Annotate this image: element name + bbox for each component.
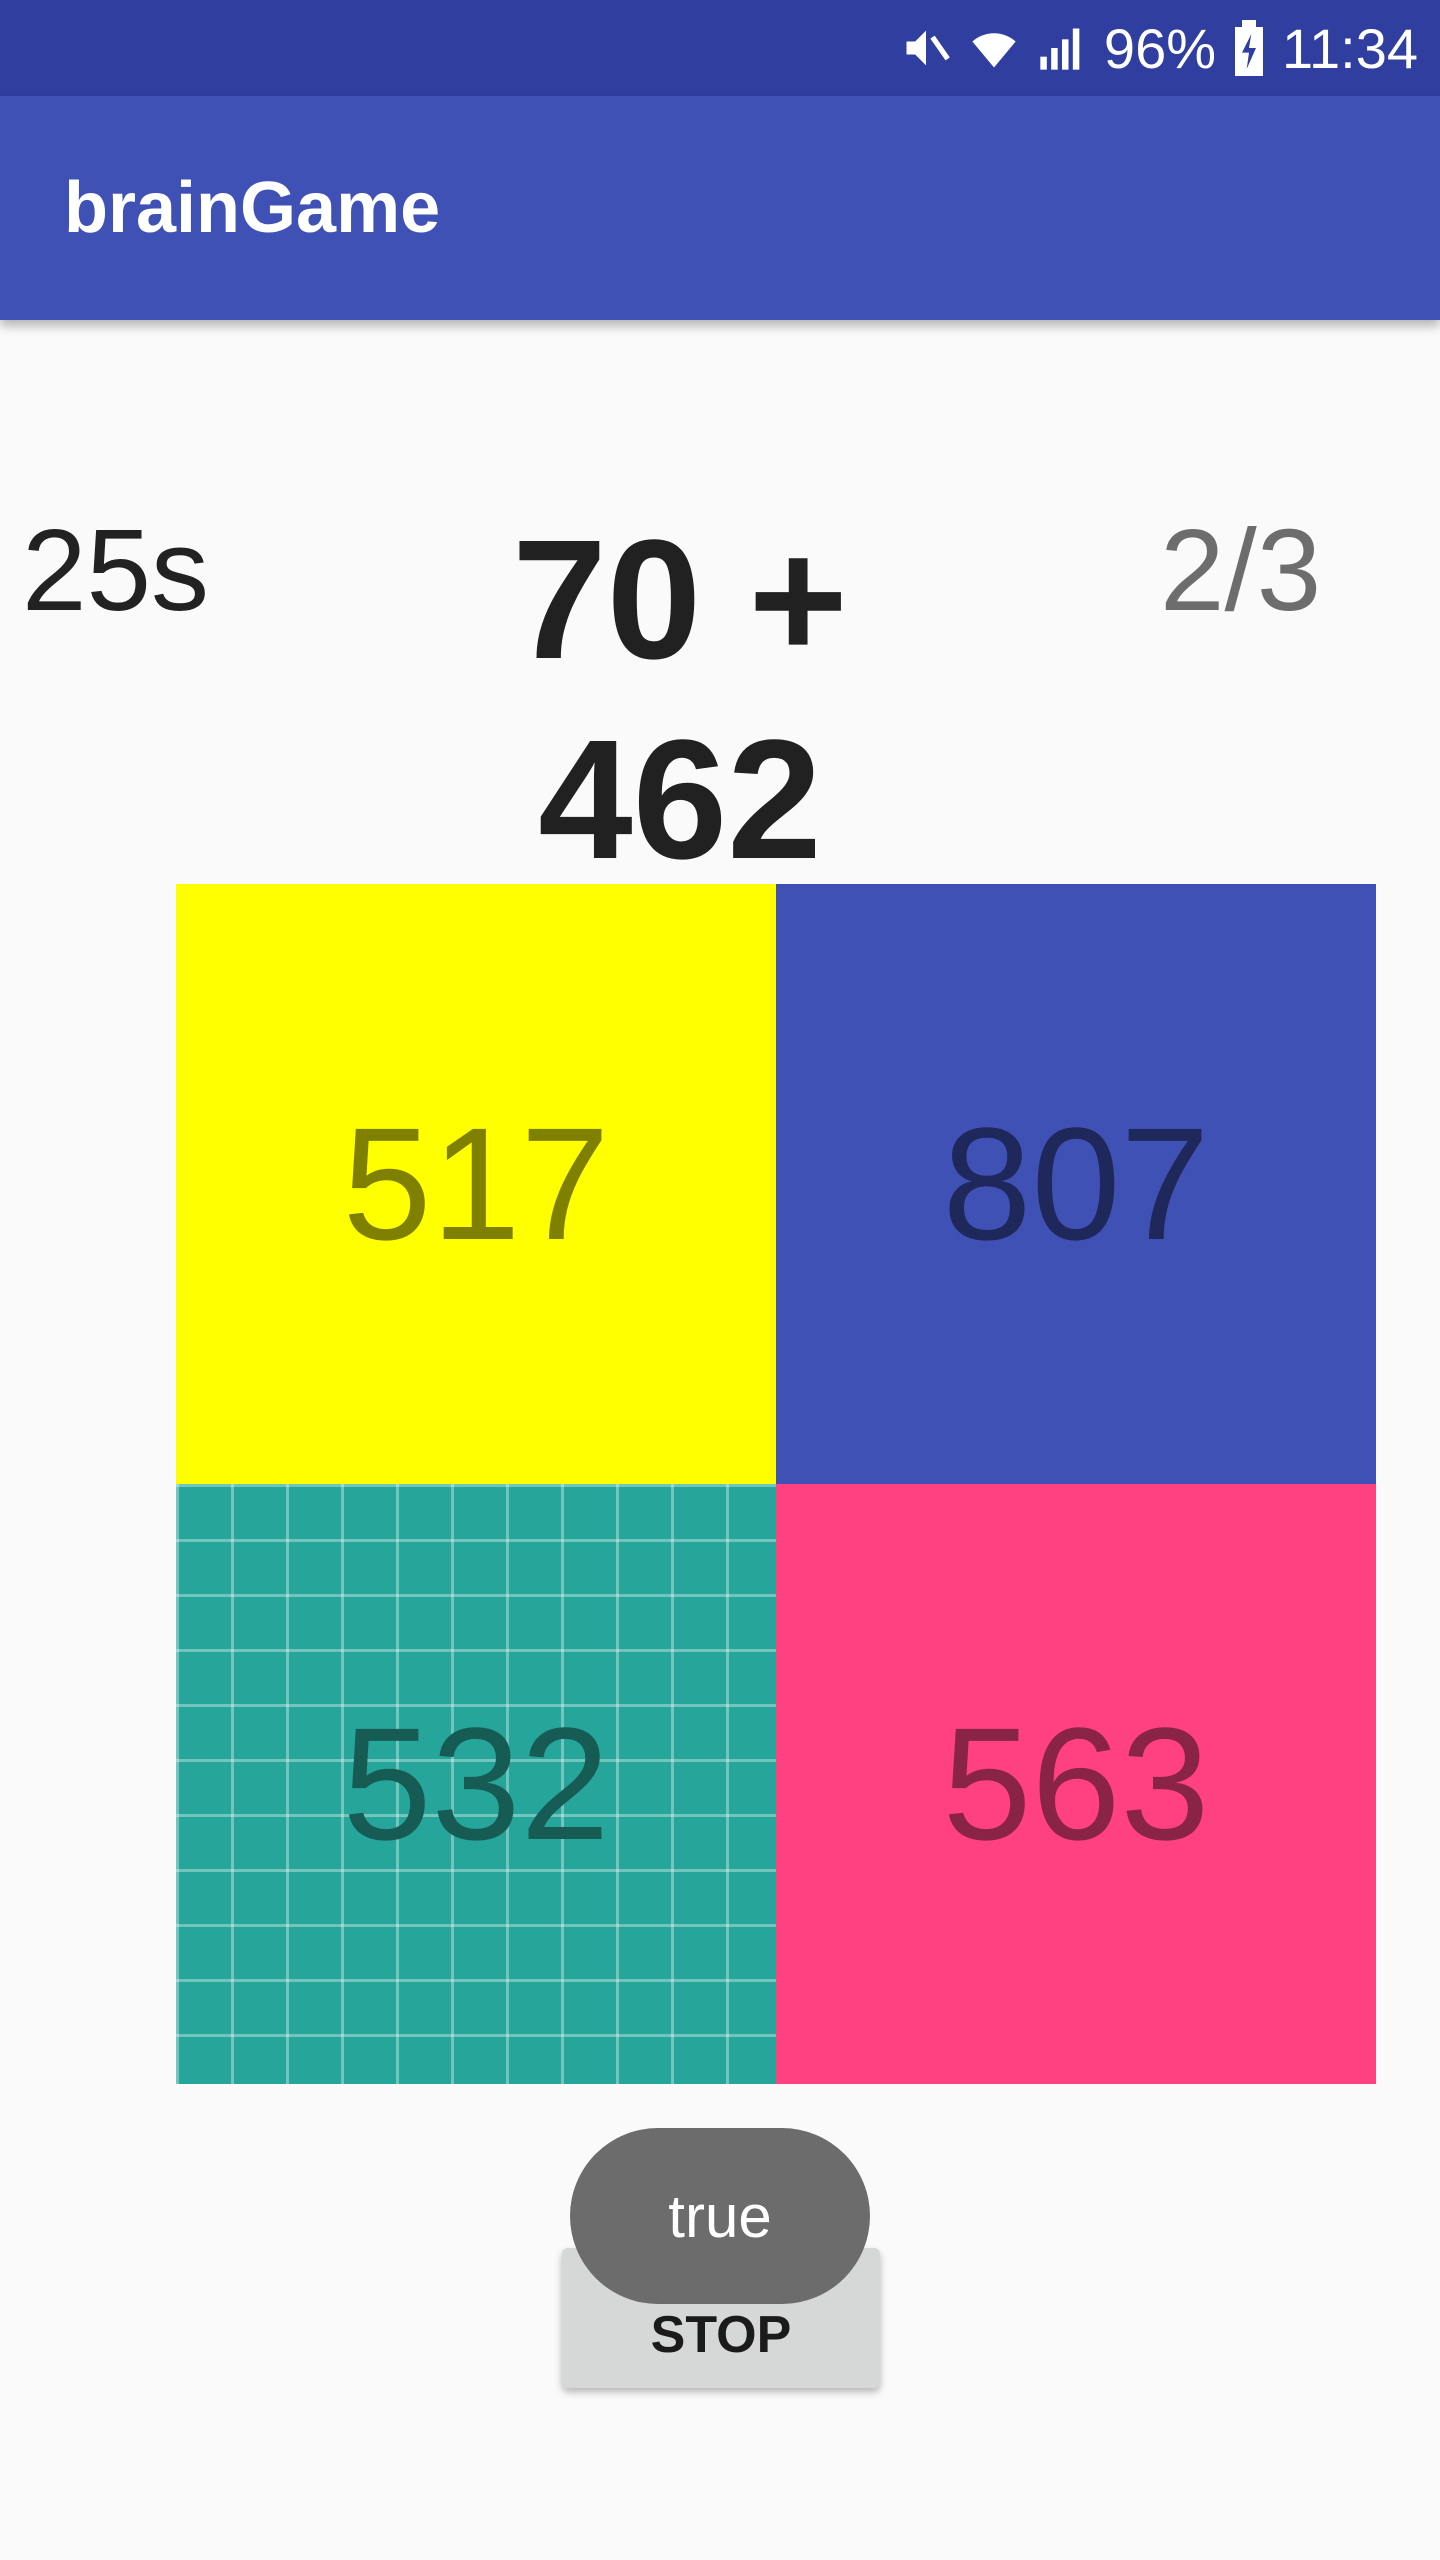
answer-label: 532 [342,1694,610,1873]
answer-tile-4[interactable]: 563 [776,1484,1376,2084]
answer-label: 563 [942,1694,1210,1873]
app-title: brainGame [64,168,441,248]
app-bar: brainGame [0,96,1440,320]
status-icons: 96% 11:34 [900,0,1418,96]
mute-icon [900,22,952,74]
battery-charging-icon [1232,20,1266,76]
clock: 11:34 [1282,16,1418,80]
answer-label: 807 [942,1094,1210,1273]
battery-text: 96% [1103,16,1217,80]
answer-grid: 517 807 532 563 [176,884,1376,2084]
answer-tile-1[interactable]: 517 [176,884,776,1484]
status-bar: 96% 11:34 [0,0,1440,96]
answer-tile-2[interactable]: 807 [776,884,1376,1484]
signal-icon [1036,22,1088,74]
toast-message: true [570,2128,870,2304]
wifi-icon [968,22,1020,74]
answer-tile-3[interactable]: 532 [176,1484,776,2084]
score: 2/3 [1160,505,1322,635]
question: 70 + 462 [512,505,848,895]
answer-label: 517 [342,1094,610,1273]
timer: 25s [22,505,210,635]
